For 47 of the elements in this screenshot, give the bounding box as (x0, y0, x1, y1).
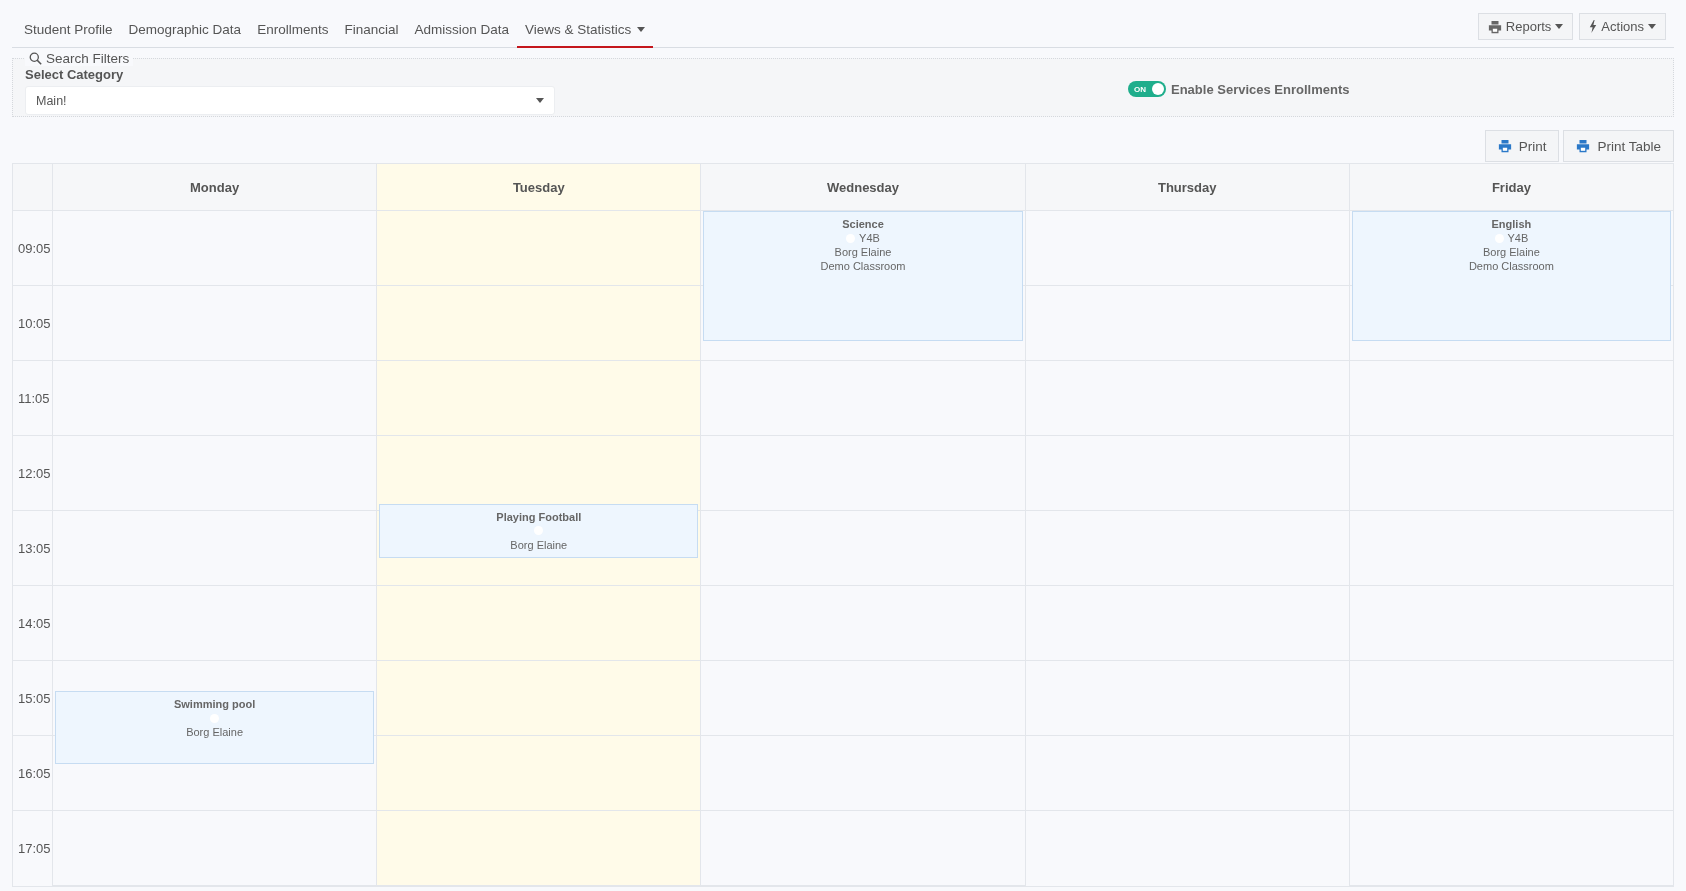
event-title: English (1491, 217, 1532, 231)
time-label: 12:05 (18, 465, 51, 481)
actions-button[interactable]: Actions (1579, 13, 1666, 40)
event-teacher: Borg Elaine (510, 537, 568, 552)
nav-tab[interactable]: Admission Data (406, 22, 517, 48)
event-group: Y4B (1507, 231, 1529, 245)
print-button[interactable]: Print (1484, 130, 1560, 162)
nav-tab[interactable]: Student Profile (16, 22, 121, 48)
event-card[interactable]: Swimming pool Borg Elaine (55, 691, 375, 764)
filters-legend: Search Filters (25, 51, 134, 66)
printer-icon (1487, 19, 1502, 34)
event-card[interactable]: Playing Football Borg Elaine (379, 503, 699, 559)
nav-tab[interactable]: Enrollments (249, 22, 337, 48)
bolt-icon (1589, 20, 1598, 33)
time-label: 17:05 (18, 841, 51, 856)
time-label: 16:05 (18, 765, 51, 781)
event-teacher: Borg Elaine (186, 725, 244, 739)
printer-icon (1497, 139, 1512, 153)
time-label: 11:05 (18, 390, 50, 406)
time-label: 10:05 (18, 315, 51, 331)
nav-tab[interactable]: Views & Statistics (517, 22, 654, 48)
event-group: Y4B (859, 231, 880, 245)
category-select[interactable]: Main! (25, 86, 555, 115)
event-title: Playing Football (496, 509, 582, 524)
category-label: Select Category (25, 67, 125, 82)
time-label: 15:05 (18, 690, 51, 706)
toggle-label: Enable Services Enrollments (1171, 81, 1350, 97)
event-room: Demo Classroom (820, 259, 906, 273)
event-card[interactable]: Science Y4B Borg Elaine Demo Classroom (703, 211, 1023, 341)
event-teacher: Borg Elaine (1482, 245, 1540, 259)
nav-tab[interactable]: Demographic Data (120, 22, 250, 48)
print-table-button[interactable]: Print Table (1563, 130, 1674, 162)
printer-icon (1576, 139, 1591, 153)
reports-button[interactable]: Reports (1477, 13, 1574, 40)
event-title: Science (842, 217, 884, 231)
time-label: 13:05 (18, 540, 51, 556)
search-icon (29, 52, 42, 65)
nav-tab[interactable]: Financial (336, 22, 407, 48)
time-label: 14:05 (18, 615, 51, 631)
time-label: 09:05 (18, 240, 51, 256)
event-title: Swimming pool (173, 697, 256, 711)
caret-icon (536, 98, 544, 103)
event-card[interactable]: English Y4B Borg Elaine Demo Classroom (1351, 211, 1671, 341)
event-room: Demo Classroom (1468, 259, 1554, 273)
caret-icon (1555, 24, 1564, 29)
caret-icon (1648, 24, 1656, 29)
event-teacher: Borg Elaine (834, 245, 892, 259)
